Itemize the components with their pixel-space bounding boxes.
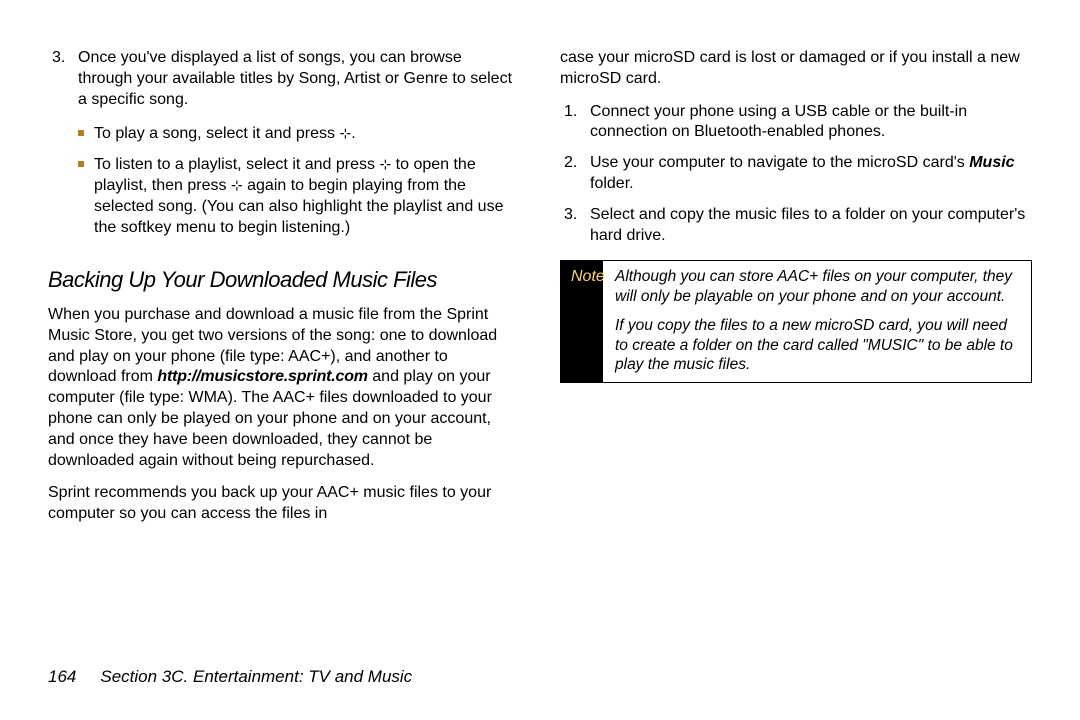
note-box: Note Although you can store AAC+ files o…: [560, 260, 1032, 383]
paragraph-1: When you purchase and download a music f…: [48, 305, 520, 471]
footer-section-label: Section 3C. Entertainment: TV and Music: [100, 667, 412, 686]
nested-bullets: To play a song, select it and press ⊹. T…: [78, 124, 520, 238]
note-content: Although you can store AAC+ files on you…: [603, 261, 1031, 382]
r2-body: Use your computer to navigate to the mic…: [590, 153, 1032, 195]
ordered-item-r3: 3. Select and copy the music files to a …: [560, 205, 1032, 247]
r1-text: Connect your phone using a USB cable or …: [590, 102, 1032, 144]
square-bullet-icon: [78, 130, 84, 136]
bullet-2-body: To listen to a playlist, select it and p…: [94, 155, 520, 238]
left-column: 3. Once you've displayed a list of songs…: [48, 48, 520, 537]
bullet2-a: To listen to a playlist, select it and p…: [94, 156, 379, 173]
list-body: Once you've displayed a list of songs, y…: [78, 48, 520, 248]
ordered-item-r2: 2. Use your computer to navigate to the …: [560, 153, 1032, 195]
music-store-url: http://musicstore.sprint.com: [157, 368, 367, 385]
list-number: 3.: [560, 205, 590, 247]
columns: 3. Once you've displayed a list of songs…: [48, 48, 1032, 537]
ordered-item-3: 3. Once you've displayed a list of songs…: [48, 48, 520, 248]
r3-text: Select and copy the music files to a fol…: [590, 205, 1032, 247]
bullet-2: To listen to a playlist, select it and p…: [78, 155, 520, 238]
center-key-icon: ⊹: [379, 156, 391, 172]
paragraph-2: Sprint recommends you back up your AAC+ …: [48, 483, 520, 525]
note-label: Note: [561, 261, 603, 382]
note-paragraph-2: If you copy the files to a new microSD c…: [615, 316, 1021, 374]
bullet1-b: .: [351, 125, 355, 142]
music-folder-label: Music: [969, 154, 1014, 171]
center-key-icon: ⊹: [231, 177, 243, 193]
r2-text-a: Use your computer to navigate to the mic…: [590, 154, 969, 171]
page-number: 164: [48, 667, 76, 686]
list-number: 2.: [560, 153, 590, 195]
document-page: 3. Once you've displayed a list of songs…: [0, 0, 1080, 720]
center-key-icon: ⊹: [339, 125, 351, 141]
bullet-1: To play a song, select it and press ⊹.: [78, 124, 520, 145]
note-paragraph-1: Although you can store AAC+ files on you…: [615, 267, 1021, 306]
item3-text: Once you've displayed a list of songs, y…: [78, 49, 512, 108]
right-column: case your microSD card is lost or damage…: [560, 48, 1032, 537]
ordered-item-r1: 1. Connect your phone using a USB cable …: [560, 102, 1032, 144]
page-footer: 164 Section 3C. Entertainment: TV and Mus…: [48, 666, 412, 688]
list-number: 3.: [48, 48, 78, 248]
square-bullet-icon: [78, 161, 84, 167]
bullet-1-body: To play a song, select it and press ⊹.: [94, 124, 520, 145]
r2-text-b: folder.: [590, 175, 634, 192]
section-heading-backing-up: Backing Up Your Downloaded Music Files: [48, 266, 520, 295]
bullet1-a: To play a song, select it and press: [94, 125, 339, 142]
continuation-paragraph: case your microSD card is lost or damage…: [560, 48, 1032, 90]
list-number: 1.: [560, 102, 590, 144]
